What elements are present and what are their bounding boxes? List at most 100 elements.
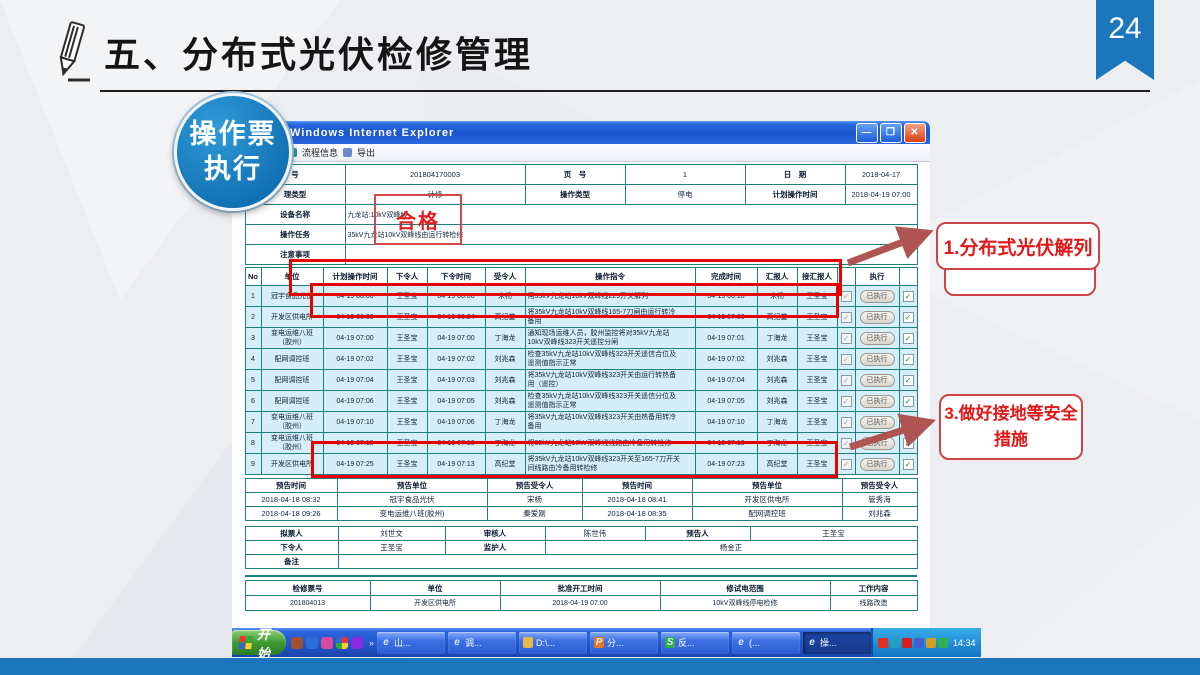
executed-button[interactable]: 已执行 xyxy=(860,311,895,324)
confirm-checkbox[interactable]: ✓ xyxy=(903,354,914,365)
clock: 14:34 xyxy=(953,638,976,648)
cell-order-time: 04-19 07:00 xyxy=(427,328,485,349)
operation-type-label: 操作类型 xyxy=(525,185,625,205)
section-divider xyxy=(245,575,917,577)
plan-time-value: 2018-04-19 07:00 xyxy=(845,185,917,205)
start-button[interactable]: 开始 xyxy=(232,630,286,655)
cell-report-unit: 开发区供电所 xyxy=(692,493,842,507)
tray-icon[interactable] xyxy=(890,638,900,648)
row-checkbox[interactable]: ✓ xyxy=(841,291,852,302)
taskbar-task-button[interactable]: e (... xyxy=(732,632,800,654)
row-checkbox[interactable]: ✓ xyxy=(841,438,852,449)
page-no-label: 页 号 xyxy=(525,165,625,185)
taskbar-task-button[interactable]: D:\... xyxy=(519,632,587,654)
cell-report-time: 2018-04-18 08:41 xyxy=(582,493,692,507)
executed-button[interactable]: 已执行 xyxy=(860,374,895,387)
guardian-label: 监护人 xyxy=(445,541,545,555)
minimize-button[interactable]: — xyxy=(856,123,878,143)
cell-done-time: 04-19 07:10 xyxy=(695,412,757,433)
taskbar-task-button[interactable]: e 调... xyxy=(448,632,516,654)
confirm-checkbox[interactable]: ✓ xyxy=(903,396,914,407)
tray-icon[interactable] xyxy=(926,638,936,648)
row-checkbox[interactable]: ✓ xyxy=(841,333,852,344)
row-checkbox[interactable]: ✓ xyxy=(841,354,852,365)
report-table-header: 预告时间预告单位 预告受令人预告时间 预告单位预告受令人 xyxy=(245,479,917,493)
maximize-button[interactable]: ❐ xyxy=(880,123,902,143)
tray-icon[interactable] xyxy=(878,638,888,648)
remark-label: 备注 xyxy=(245,555,338,569)
executed-button[interactable]: 已执行 xyxy=(860,290,895,303)
confirm-checkbox[interactable]: ✓ xyxy=(903,375,914,386)
reviewer-value: 陈世伟 xyxy=(545,527,645,541)
quick-launch-icon[interactable] xyxy=(351,637,363,649)
tray-icon[interactable] xyxy=(902,638,912,648)
confirm-checkbox[interactable]: ✓ xyxy=(903,438,914,449)
cell-instruction: 将35kV九龙站10kV双峰线323开关由运行转热备 用（遥控） xyxy=(525,370,695,391)
tray-icon[interactable] xyxy=(914,638,924,648)
row-checkbox[interactable]: ✓ xyxy=(841,375,852,386)
notifier-label: 预告人 xyxy=(645,527,750,541)
orderer-value: 王圣宝 xyxy=(338,541,445,555)
quick-launch-icon[interactable] xyxy=(291,637,303,649)
task-icon: e xyxy=(736,637,746,648)
slide: 五、分布式光伏检修管理 24 操作票 执行 Windows Internet E… xyxy=(0,0,1200,675)
close-button[interactable]: ✕ xyxy=(904,123,926,143)
executed-button[interactable]: 已执行 xyxy=(860,332,895,345)
executed-button[interactable]: 已执行 xyxy=(860,458,895,471)
row-checkbox[interactable]: ✓ xyxy=(841,459,852,470)
confirm-checkbox[interactable]: ✓ xyxy=(903,459,914,470)
cell-report-receiver: 王圣宝 xyxy=(797,370,837,391)
task-label: 操作任务 xyxy=(245,225,345,245)
window-titlebar[interactable]: Windows Internet Explorer — ❐ ✕ xyxy=(232,121,930,144)
executed-button[interactable]: 已执行 xyxy=(860,353,895,366)
taskbar-task-button[interactable]: e 山... xyxy=(377,632,445,654)
quick-launch-icon[interactable] xyxy=(336,637,348,649)
operation-row: 3 变电运维八班 （胶州） 04-19 07:00 王圣宝 04-19 07:0… xyxy=(245,328,917,349)
window-toolbar: 流程信息 导出 xyxy=(232,144,930,162)
ie-window: Windows Internet Explorer — ❐ ✕ 流程信息 导出 … xyxy=(232,121,930,657)
cell-reporter: 丁海龙 xyxy=(757,328,797,349)
cell-report-unit: 变电运维八班(胶州) xyxy=(337,507,487,521)
tray-icon[interactable] xyxy=(938,638,948,648)
confirm-checkbox[interactable]: ✓ xyxy=(903,417,914,428)
taskbar-task-button[interactable]: P 分... xyxy=(590,632,658,654)
confirm-checkbox[interactable]: ✓ xyxy=(903,312,914,323)
cell-plan-time: 04-19 07:06 xyxy=(323,391,387,412)
plan-time-label: 计划操作时间 xyxy=(745,185,845,205)
cell-done-time: 04-19 07:02 xyxy=(695,349,757,370)
bottom-accent-bar xyxy=(0,658,1200,675)
cell-report-unit: 冠宇食品光伏 xyxy=(337,493,487,507)
tray-icons xyxy=(878,638,948,648)
cell-order-time: 04-19 07:02 xyxy=(427,349,485,370)
menu-process-info[interactable]: 流程信息 xyxy=(302,146,338,159)
menu-export[interactable]: 导出 xyxy=(357,146,375,159)
window-controls: — ❐ ✕ xyxy=(856,123,926,143)
highlight-rect-row2 xyxy=(310,283,839,318)
drafter-label: 拟票人 xyxy=(245,527,338,541)
highlight-rect-row9 xyxy=(311,441,838,478)
executed-button[interactable]: 已执行 xyxy=(860,437,895,450)
page-no-value: 1 xyxy=(625,165,745,185)
task-icon: e xyxy=(807,637,817,648)
chevron-icon[interactable]: » xyxy=(369,638,374,648)
confirm-checkbox[interactable]: ✓ xyxy=(903,333,914,344)
row-checkbox[interactable]: ✓ xyxy=(841,312,852,323)
task-icon: e xyxy=(452,637,462,648)
cell-report-person: 刘兆森 xyxy=(842,507,917,521)
system-tray: 14:34 xyxy=(871,628,981,657)
cell-report-time: 2018-04-18 09:26 xyxy=(245,507,337,521)
confirm-checkbox[interactable]: ✓ xyxy=(903,291,914,302)
task-label: (... xyxy=(749,638,760,648)
repair-table-row: 201804013开发区供电所 2018-04-19 07:0010kV双峰线停… xyxy=(245,596,917,611)
taskbar-task-button[interactable]: e 操... xyxy=(803,632,871,654)
cell-report-person: 管秀海 xyxy=(842,493,917,507)
executed-button[interactable]: 已执行 xyxy=(860,416,895,429)
taskbar-task-button[interactable]: S 反... xyxy=(661,632,729,654)
row-checkbox[interactable]: ✓ xyxy=(841,396,852,407)
cell-done-time: 04-19 07:01 xyxy=(695,328,757,349)
executed-button[interactable]: 已执行 xyxy=(860,395,895,408)
quick-launch-icon[interactable] xyxy=(306,637,318,649)
row-checkbox[interactable]: ✓ xyxy=(841,417,852,428)
quick-launch-icon[interactable] xyxy=(321,637,333,649)
task-label: 操... xyxy=(820,636,837,649)
